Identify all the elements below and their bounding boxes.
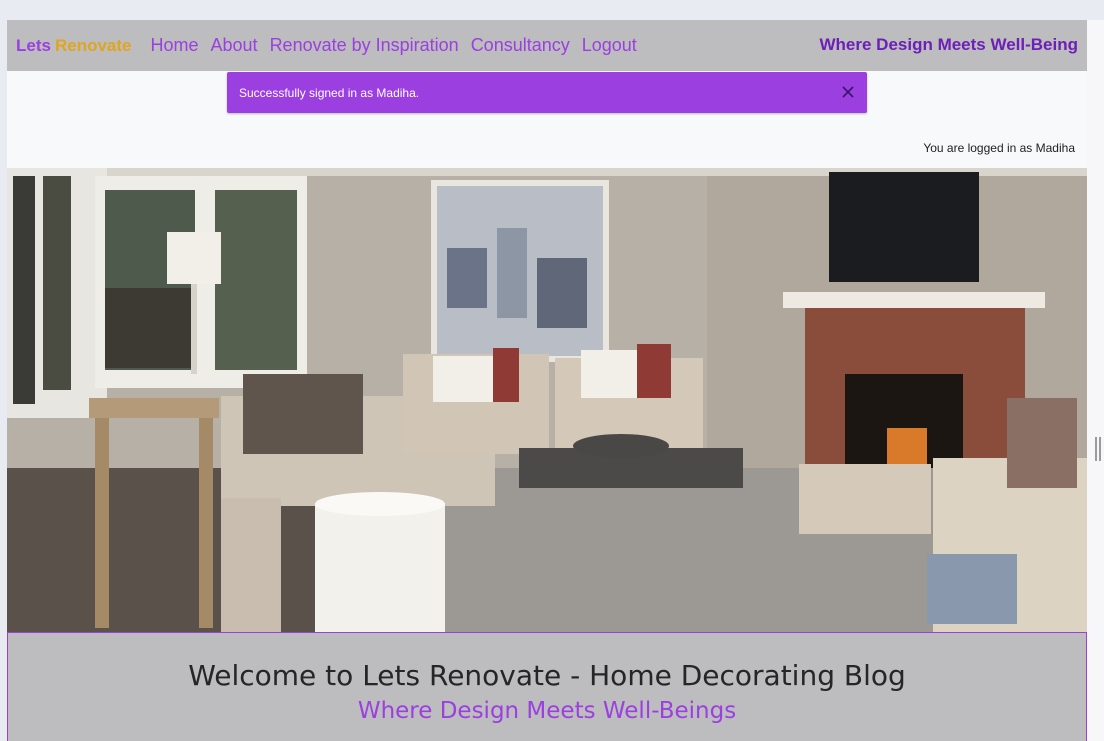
browser-viewport: Lets Renovate Home About Renovate by Insp…: [7, 20, 1087, 741]
nav-link-logout[interactable]: Logout: [582, 35, 637, 56]
nav-link-inspiration[interactable]: Renovate by Inspiration: [270, 35, 459, 56]
welcome-section: Welcome to Lets Renovate - Home Decorati…: [7, 632, 1087, 741]
nav-link-about[interactable]: About: [211, 35, 258, 56]
welcome-subtitle: Where Design Meets Well-Beings: [357, 698, 737, 724]
navbar: Lets Renovate Home About Renovate by Insp…: [7, 20, 1087, 71]
resize-handle[interactable]: [1095, 437, 1101, 461]
brand-part2: Renovate: [54, 35, 132, 55]
living-room-photo: [7, 168, 1087, 632]
alert-message: Successfully signed in as Madiha.: [239, 85, 420, 100]
brand-part1: Lets: [16, 35, 51, 55]
right-scrollbar-track[interactable]: [1087, 20, 1104, 741]
nav-link-home[interactable]: Home: [151, 35, 199, 56]
navbar-tagline: Where Design Meets Well-Being: [819, 35, 1078, 54]
nav-link-consultancy[interactable]: Consultancy: [471, 35, 570, 56]
success-alert: Successfully signed in as Madiha.: [227, 72, 867, 113]
close-icon[interactable]: [839, 83, 857, 101]
welcome-title: Welcome to Lets Renovate - Home Decorati…: [188, 659, 906, 692]
logged-in-status: You are logged in as Madiha: [923, 141, 1075, 155]
nav-links: Home About Renovate by Inspiration Consu…: [151, 35, 649, 56]
brand-logo[interactable]: Lets Renovate: [16, 36, 132, 56]
